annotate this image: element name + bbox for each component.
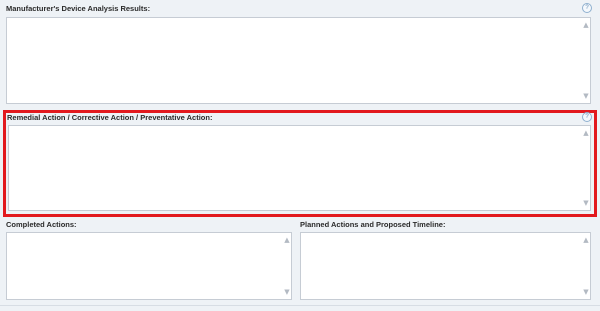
- scroll-up-icon[interactable]: ▲: [582, 236, 590, 244]
- help-circle-icon[interactable]: ?: [582, 112, 592, 122]
- scroll-up-icon[interactable]: ▲: [582, 129, 590, 137]
- completed-actions-scrollbar[interactable]: ▲ ▼: [283, 234, 291, 298]
- completed-actions-label: Completed Actions:: [6, 220, 77, 229]
- scroll-down-icon[interactable]: ▼: [582, 199, 590, 207]
- remedial-action-label: Remedial Action / Corrective Action / Pr…: [7, 113, 213, 122]
- device-analysis-label: Manufacturer's Device Analysis Results:: [6, 4, 151, 13]
- scroll-down-icon[interactable]: ▼: [582, 92, 590, 100]
- bottom-divider: [0, 305, 600, 306]
- remedial-action-scrollbar[interactable]: ▲ ▼: [582, 127, 590, 209]
- device-analysis-textarea[interactable]: [6, 17, 591, 104]
- planned-actions-label: Planned Actions and Proposed Timeline:: [300, 220, 446, 229]
- remedial-action-textarea[interactable]: [8, 125, 591, 211]
- scroll-down-icon[interactable]: ▼: [283, 288, 291, 296]
- planned-actions-textarea[interactable]: [300, 232, 591, 300]
- scroll-up-icon[interactable]: ▲: [582, 21, 590, 29]
- planned-actions-scrollbar[interactable]: ▲ ▼: [582, 234, 590, 298]
- completed-actions-textarea[interactable]: [6, 232, 292, 300]
- help-circle-icon[interactable]: ?: [582, 3, 592, 13]
- scroll-down-icon[interactable]: ▼: [582, 288, 590, 296]
- scroll-up-icon[interactable]: ▲: [283, 236, 291, 244]
- device-analysis-scrollbar[interactable]: ▲ ▼: [582, 19, 590, 102]
